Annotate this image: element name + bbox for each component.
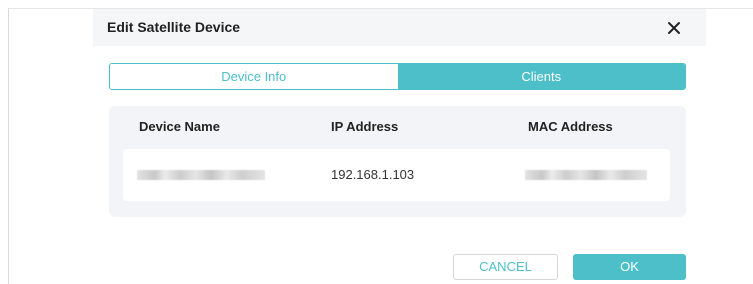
ip-address-cell: 192.168.1.103 (331, 167, 415, 182)
close-icon[interactable] (665, 19, 683, 37)
dialog-header: Edit Satellite Device (93, 9, 706, 46)
column-header-mac-address: MAC Address (528, 119, 613, 134)
cancel-button[interactable]: CANCEL (453, 254, 558, 280)
clients-table: Device Name IP Address MAC Address 192.1… (109, 106, 686, 217)
table-header: Device Name IP Address MAC Address (109, 106, 686, 148)
column-header-ip-address: IP Address (331, 119, 399, 134)
table-row: 192.168.1.103 (123, 149, 670, 201)
mac-address-redacted (525, 170, 647, 180)
tab-bar: Device Info Clients (109, 63, 686, 90)
tab-device-info[interactable]: Device Info (110, 64, 398, 89)
device-name-redacted (137, 170, 265, 180)
tab-clients[interactable]: Clients (397, 64, 685, 89)
dialog-title: Edit Satellite Device (107, 19, 241, 35)
ok-button[interactable]: OK (573, 254, 686, 280)
edit-satellite-device-dialog: Edit Satellite Device Device Info Client… (93, 9, 706, 284)
column-header-device-name: Device Name (139, 119, 220, 134)
